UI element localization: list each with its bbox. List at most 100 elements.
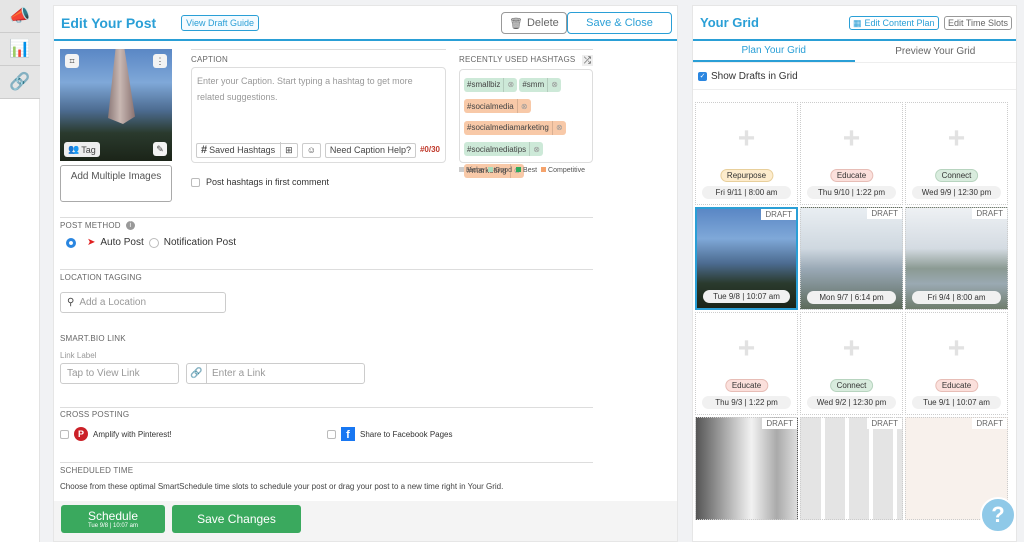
grid-cell[interactable]: DRAFT Mon 9/7 | 6:14 pm [800,207,903,310]
show-drafts-label: Show Drafts in Grid [711,70,798,82]
magic-wand-icon[interactable]: ✎ [153,142,167,156]
hashtag-icon: # [201,144,208,156]
post-image[interactable]: ⌗ ⋮ 👥 Tag ✎ [60,49,172,161]
hashtag-legend: Niche Good Best Competitive [459,167,593,174]
content-type-badge: Educate [934,379,979,392]
grid-cell[interactable]: + Repurpose Fri 9/11 | 8:00 am [695,102,798,205]
content-type-badge: Connect [934,169,979,182]
slot-time: Wed 9/9 | 12:30 pm [912,186,1001,199]
bar-chart-icon[interactable]: 📊 [0,33,40,66]
shuffle-icon[interactable]: ⤮ [581,55,593,66]
slot-time: Thu 9/3 | 1:22 pm [702,396,791,409]
grid-title: Your Grid [700,15,759,30]
add-multiple-images-button[interactable]: Add Multiple Images [60,165,172,202]
add-post-icon: + [947,332,966,366]
calendar-icon: ▦ [853,17,862,28]
facebook-icon: f [341,427,355,441]
grid-cells: + Repurpose Fri 9/11 | 8:00 am + Educate Thu … [695,102,1008,520]
save-changes-button[interactable]: Save Changes [172,505,301,533]
pinterest-checkbox[interactable] [60,429,69,439]
tag-button[interactable]: 👥 Tag [64,142,100,157]
show-drafts-checkbox[interactable]: ✓ [698,71,707,81]
draft-badge: DRAFT [867,418,902,429]
facebook-checkbox[interactable] [327,429,336,439]
grid-cell[interactable]: DRAFT [695,417,798,520]
tab-preview-your-grid[interactable]: Preview Your Grid [855,41,1017,62]
grid-cell[interactable]: DRAFT Fri 9/4 | 8:00 am [905,207,1008,310]
slot-time: Wed 9/2 | 12:30 pm [807,396,896,409]
left-sidebar: 📣 📊 🔗 [0,0,40,542]
more-options-icon[interactable]: ⋮ [153,54,167,68]
edit-post-panel: Edit Your Post View Draft Guide 🗑 Delete … [53,5,678,542]
slot-time: Mon 9/7 | 6:14 pm [807,291,896,304]
scheduled-time-text: Choose from these optimal SmartSchedule … [60,482,504,491]
remove-hashtag-icon[interactable]: ⊗ [529,142,543,156]
remove-hashtag-icon[interactable]: ⊗ [503,77,517,92]
grid-cell[interactable]: DRAFT Tue 9/8 | 10:07 am [695,207,798,310]
content-type-badge: Repurpose [719,169,774,182]
pinterest-label: Amplify with Pinterest! [93,429,172,439]
page-title: Edit Your Post [61,14,157,31]
add-post-icon: + [842,332,861,366]
hashtag-chip[interactable]: #socialmediatips ⊗ [464,142,544,156]
content-type-badge: Educate [724,379,769,392]
grid-cell[interactable]: + Educate Thu 9/10 | 1:22 pm [800,102,903,205]
hashtag-chip[interactable]: #smallbiz ⊗ [464,77,518,92]
your-grid-panel: Your Grid ▦ Edit Content Plan Edit Time S… [692,5,1017,542]
auto-post-label: Auto Post [100,237,144,248]
add-saved-icon[interactable]: ⊞ [280,142,293,158]
slot-time: Fri 9/4 | 8:00 am [912,291,1001,304]
legend-item: Good [487,167,512,174]
first-comment-checkbox[interactable] [191,177,200,187]
map-pin-icon: ⚲ [67,297,75,308]
save-close-button[interactable]: Save & Close [567,12,672,34]
grid-cell[interactable]: DRAFT [800,417,903,520]
hashtag-chip[interactable]: #socialmedia ⊗ [464,99,531,113]
help-button[interactable]: ? [980,497,1016,533]
delete-button[interactable]: 🗑 Delete [501,12,567,34]
people-icon: 👥 [68,144,80,154]
megaphone-icon[interactable]: 📣 [0,0,40,33]
hashtag-chip[interactable]: #socialmediamarketing ⊗ [464,120,566,135]
remove-hashtag-icon[interactable]: ⊗ [551,120,566,135]
link-url-input[interactable]: 🔗 Enter a Link [186,363,365,384]
content-type-badge: Connect [829,379,874,392]
crop-icon[interactable]: ⌗ [65,54,79,68]
tab-plan-your-grid[interactable]: Plan Your Grid [693,41,855,62]
emoji-button[interactable]: ☺ [301,142,321,158]
link-icon: 🔗 [187,364,207,383]
caption-input[interactable]: Enter your Caption. Start typing a hasht… [191,67,446,163]
location-label: LOCATION TAGGING [60,273,142,282]
location-input[interactable]: ⚲ Add a Location [60,292,226,313]
legend-item: Niche [459,167,484,174]
edit-time-slots-button[interactable]: Edit Time Slots [944,16,1013,30]
content-type-badge: Educate [829,169,874,182]
recent-hashtags-label: RECENTLY USED HASHTAGS [459,55,576,64]
remove-hashtag-icon[interactable]: ⊗ [547,77,561,92]
draft-badge: DRAFT [972,208,1007,219]
caption-label: CAPTION [191,55,228,64]
facebook-label: Share to Facebook Pages [360,429,453,439]
post-method-label: POST METHOD [60,221,121,230]
auto-post-radio[interactable] [66,237,76,248]
caption-help-button[interactable]: Need Caption Help? [324,142,416,158]
remove-hashtag-icon[interactable]: ⊗ [516,99,531,113]
saved-hashtags-button[interactable]: # Saved Hashtags ⊞ [196,142,298,158]
view-draft-guide-button[interactable]: View Draft Guide [181,14,260,31]
grid-cell[interactable]: + Educate Tue 9/1 | 10:07 am [905,312,1008,415]
link-label-input[interactable]: Tap to View Link [60,363,179,384]
schedule-button[interactable]: Schedule Tue 9/8 | 10:07 am [61,505,165,533]
scheduled-time-label: SCHEDULED TIME [60,466,134,475]
hashtag-chip[interactable]: #smm ⊗ [519,77,562,92]
add-post-icon: + [737,332,756,366]
footer-bar: Schedule Tue 9/8 | 10:07 am Save Changes [54,501,677,541]
info-icon[interactable]: i [125,221,135,230]
paper-plane-icon: ➤ [87,237,96,248]
notification-post-radio[interactable] [148,237,159,248]
link-icon[interactable]: 🔗 [0,66,40,99]
edit-content-plan-button[interactable]: ▦ Edit Content Plan [849,16,939,30]
draft-badge: DRAFT [762,418,797,429]
grid-cell[interactable]: + Connect Wed 9/2 | 12:30 pm [800,312,903,415]
grid-cell[interactable]: + Connect Wed 9/9 | 12:30 pm [905,102,1008,205]
grid-cell[interactable]: + Educate Thu 9/3 | 1:22 pm [695,312,798,415]
